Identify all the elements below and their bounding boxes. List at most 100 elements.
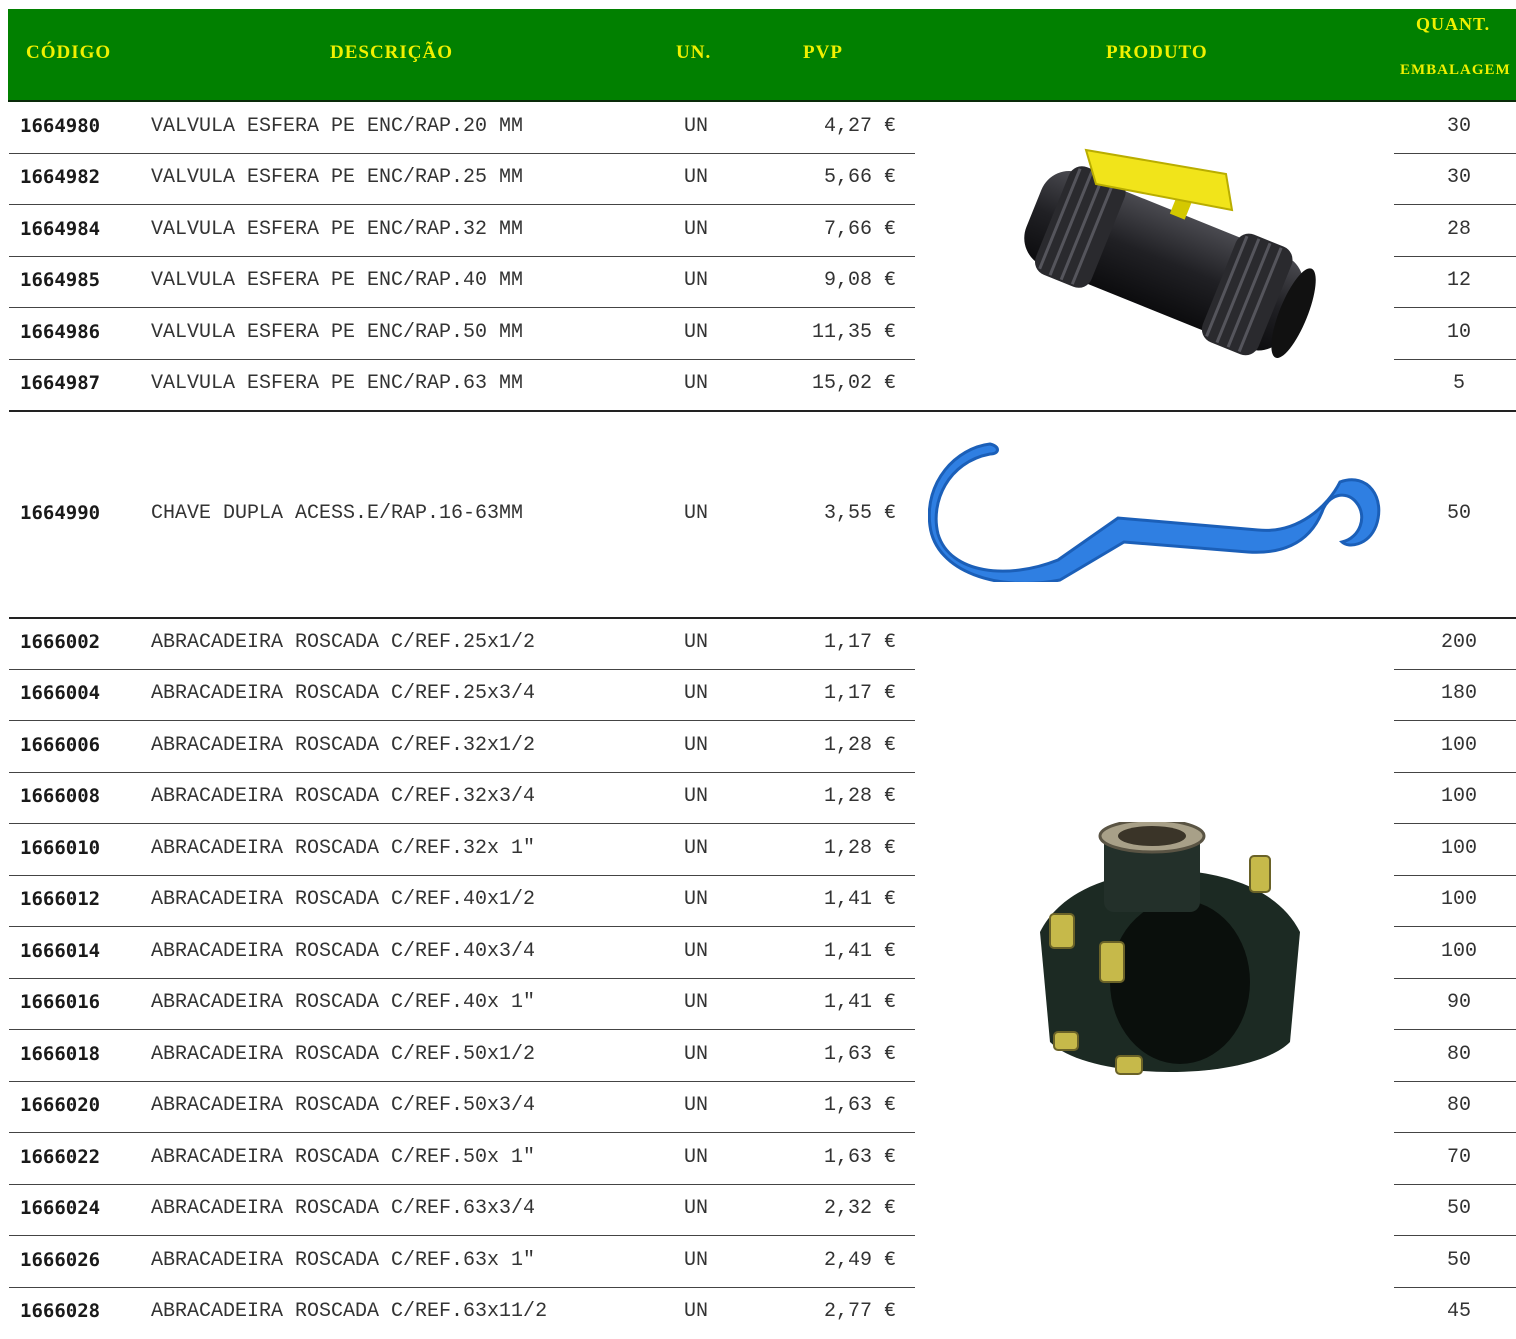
product-code: 1664984 bbox=[20, 218, 100, 240]
product-quantity: 100 bbox=[1396, 888, 1516, 911]
header-price: PVP bbox=[803, 42, 843, 64]
product-unit: UN bbox=[684, 991, 708, 1014]
product-unit: UN bbox=[684, 1043, 708, 1066]
header-unit: UN. bbox=[676, 42, 711, 64]
product-price: 2,49 € bbox=[760, 1249, 896, 1272]
product-price: 1,63 € bbox=[760, 1146, 896, 1169]
product-description: VALVULA ESFERA PE ENC/RAP.25 MM bbox=[151, 166, 523, 189]
product-quantity: 100 bbox=[1396, 940, 1516, 963]
product-code: 1666026 bbox=[20, 1249, 100, 1271]
product-code: 1664986 bbox=[20, 321, 100, 343]
product-code: 1664990 bbox=[20, 502, 100, 524]
product-price: 1,41 € bbox=[760, 991, 896, 1014]
product-quantity: 70 bbox=[1396, 1146, 1516, 1169]
product-price: 11,35 € bbox=[760, 321, 896, 344]
product-price: 1,28 € bbox=[760, 785, 896, 808]
product-unit: UN bbox=[684, 631, 708, 654]
product-description: VALVULA ESFERA PE ENC/RAP.63 MM bbox=[151, 372, 523, 395]
product-quantity: 12 bbox=[1396, 269, 1516, 292]
header-quantity: QUANT. bbox=[1416, 14, 1490, 35]
product-code: 1666012 bbox=[20, 888, 100, 910]
product-quantity: 80 bbox=[1396, 1043, 1516, 1066]
table-row: 1666008 ABRACADEIRA ROSCADA C/REF.32x3/4 U… bbox=[0, 773, 1516, 825]
product-unit: UN bbox=[684, 1197, 708, 1220]
product-unit: UN bbox=[684, 734, 708, 757]
header-product: PRODUTO bbox=[1106, 42, 1208, 64]
product-quantity: 10 bbox=[1396, 321, 1516, 344]
product-price: 5,66 € bbox=[760, 166, 896, 189]
product-price: 1,41 € bbox=[760, 888, 896, 911]
product-description: ABRACADEIRA ROSCADA C/REF.40x3/4 bbox=[151, 940, 535, 963]
product-unit: UN bbox=[684, 888, 708, 911]
product-code: 1666006 bbox=[20, 734, 100, 756]
product-quantity: 5 bbox=[1396, 372, 1516, 395]
product-quantity: 30 bbox=[1396, 166, 1516, 189]
product-description: ABRACADEIRA ROSCADA C/REF.32x 1" bbox=[151, 837, 535, 860]
product-description: ABRACADEIRA ROSCADA C/REF.25x1/2 bbox=[151, 631, 535, 654]
product-unit: UN bbox=[684, 682, 708, 705]
product-quantity: 90 bbox=[1396, 991, 1516, 1014]
product-description: VALVULA ESFERA PE ENC/RAP.50 MM bbox=[151, 321, 523, 344]
product-unit: UN bbox=[684, 321, 708, 344]
table-row: 1666026ABRACADEIRA ROSCADA C/REF.63x 1"U… bbox=[0, 1236, 1516, 1288]
product-description: ABRACADEIRA ROSCADA C/REF.32x3/4 bbox=[151, 785, 535, 808]
product-unit: UN bbox=[684, 837, 708, 860]
product-description: ABRACADEIRA ROSCADA C/REF.25x3/4 bbox=[151, 682, 535, 705]
product-price: 1,17 € bbox=[760, 682, 896, 705]
product-price: 1,63 € bbox=[760, 1094, 896, 1117]
product-unit: UN bbox=[684, 269, 708, 292]
ball-valve-image bbox=[1000, 140, 1320, 370]
product-description: CHAVE DUPLA ACESS.E/RAP.16-63MM bbox=[151, 502, 523, 525]
product-quantity: 45 bbox=[1396, 1300, 1516, 1323]
product-price: 2,32 € bbox=[760, 1197, 896, 1220]
product-unit: UN bbox=[684, 1300, 708, 1323]
product-unit: UN bbox=[684, 502, 708, 525]
table-row: 1666006 ABRACADEIRA ROSCADA C/REF.32x1/2 U… bbox=[0, 721, 1516, 773]
product-description: ABRACADEIRA ROSCADA C/REF.50x 1" bbox=[151, 1146, 535, 1169]
product-description: ABRACADEIRA ROSCADA C/REF.50x1/2 bbox=[151, 1043, 535, 1066]
product-price: 1,17 € bbox=[760, 631, 896, 654]
product-price: 2,77 € bbox=[760, 1300, 896, 1323]
product-unit: UN bbox=[684, 1146, 708, 1169]
table-row: 1666002 ABRACADEIRA ROSCADA C/REF.25x1/2 U… bbox=[0, 618, 1516, 670]
product-unit: UN bbox=[684, 218, 708, 241]
table-header: CÓDIGO DESCRIÇÃO UN. PVP PRODUTO QUANT. … bbox=[8, 9, 1516, 102]
product-unit: UN bbox=[684, 166, 708, 189]
product-quantity: 180 bbox=[1396, 682, 1516, 705]
product-quantity: 50 bbox=[1396, 1197, 1516, 1220]
product-code: 1666008 bbox=[20, 785, 100, 807]
table-row: 1666028 ABRACADEIRA ROSCADA C/REF.63x11/2… bbox=[0, 1288, 1516, 1339]
product-description: VALVULA ESFERA PE ENC/RAP.40 MM bbox=[151, 269, 523, 292]
product-unit: UN bbox=[684, 785, 708, 808]
product-quantity: 50 bbox=[1396, 1249, 1516, 1272]
product-description: ABRACADEIRA ROSCADA C/REF.63x11/2 bbox=[151, 1300, 547, 1323]
product-price: 1,28 € bbox=[760, 734, 896, 757]
product-code: 1666002 bbox=[20, 631, 100, 653]
product-code: 1664985 bbox=[20, 269, 100, 291]
product-quantity: 50 bbox=[1396, 502, 1516, 525]
product-unit: UN bbox=[684, 1249, 708, 1272]
product-description: ABRACADEIRA ROSCADA C/REF.63x3/4 bbox=[151, 1197, 535, 1220]
product-description: ABRACADEIRA ROSCADA C/REF.40x1/2 bbox=[151, 888, 535, 911]
product-description: ABRACADEIRA ROSCADA C/REF.50x3/4 bbox=[151, 1094, 535, 1117]
product-quantity: 100 bbox=[1396, 837, 1516, 860]
product-price: 1,63 € bbox=[760, 1043, 896, 1066]
product-quantity: 30 bbox=[1396, 115, 1516, 138]
product-quantity: 200 bbox=[1396, 631, 1516, 654]
product-code: 1664987 bbox=[20, 372, 100, 394]
product-code: 1666028 bbox=[20, 1300, 100, 1322]
product-code: 1666014 bbox=[20, 940, 100, 962]
product-price: 15,02 € bbox=[760, 372, 896, 395]
product-price: 7,66 € bbox=[760, 218, 896, 241]
product-description: VALVULA ESFERA PE ENC/RAP.20 MM bbox=[151, 115, 523, 138]
double-wrench-image bbox=[928, 442, 1388, 582]
clamp-saddle-image bbox=[1020, 822, 1320, 1082]
product-price: 9,08 € bbox=[760, 269, 896, 292]
product-code: 1664982 bbox=[20, 166, 100, 188]
header-description: DESCRIÇÃO bbox=[330, 42, 453, 64]
table-row: 1666024ABRACADEIRA ROSCADA C/REF.63x3/4U… bbox=[0, 1185, 1516, 1237]
product-description: VALVULA ESFERA PE ENC/RAP.32 MM bbox=[151, 218, 523, 241]
product-price: 3,55 € bbox=[760, 502, 896, 525]
product-unit: UN bbox=[684, 372, 708, 395]
product-description: ABRACADEIRA ROSCADA C/REF.32x1/2 bbox=[151, 734, 535, 757]
